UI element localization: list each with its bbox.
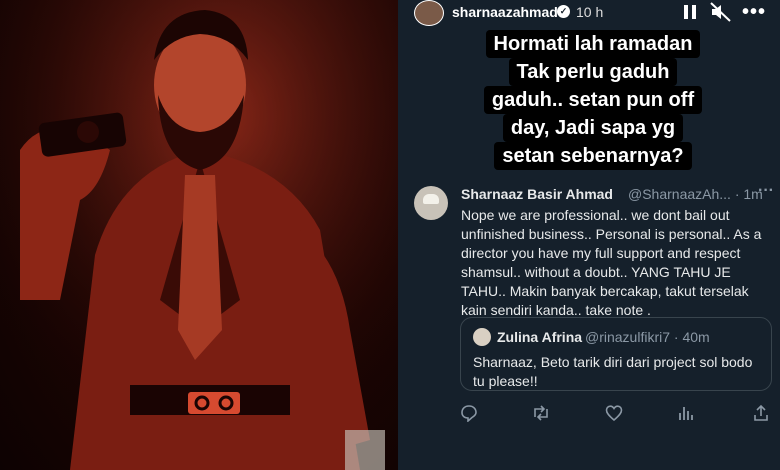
story-username[interactable]: sharnaazahmad bbox=[452, 4, 558, 20]
quoted-author-avatar bbox=[473, 328, 491, 346]
caption-line: day, Jadi sapa yg bbox=[502, 114, 684, 142]
tweet-text-line: shamsul.. without a doubt.. YANG TAHU JE bbox=[461, 264, 731, 280]
story-photo bbox=[0, 0, 398, 470]
quoted-text-line: tu please!! bbox=[473, 373, 538, 389]
avatar[interactable] bbox=[414, 0, 444, 26]
caption-line: Hormati lah ramadan bbox=[485, 30, 701, 58]
tweet-text: Nope we are professional.. we dont bail … bbox=[461, 206, 773, 320]
story-header: sharnaazahmad ✓ 10 h ••• bbox=[398, 0, 780, 26]
like-icon bbox=[603, 404, 625, 426]
story-caption: Hormati lah ramadan Tak perlu gaduh gadu… bbox=[478, 30, 708, 170]
quoted-text-line: Sharnaaz, Beto tarik diri dari project s… bbox=[473, 354, 753, 370]
tweet-card: Sharnaaz Basir Ahmad @SharnaazAh... · 1m… bbox=[398, 180, 780, 470]
tweet-text-line: unfinished business.. Personal is person… bbox=[461, 226, 762, 242]
quoted-author-handle: @rinazulfikri7 · 40m bbox=[585, 329, 710, 345]
tweet-more-icon: ··· bbox=[758, 182, 774, 199]
pause-icon[interactable] bbox=[681, 2, 699, 22]
mute-icon[interactable] bbox=[708, 2, 734, 22]
verified-badge-icon: ✓ bbox=[557, 5, 570, 18]
quoted-author-name: Zulina Afrina bbox=[497, 329, 583, 345]
tweet-text-line: TAHU.. Makin banyak bercakap, takut ters… bbox=[461, 283, 749, 299]
portrait-illustration bbox=[0, 0, 398, 470]
quoted-tweet: Zulina Afrina @rinazulfikri7 · 40m Sharn… bbox=[460, 317, 772, 391]
caption-line: setan sebenarnya? bbox=[494, 142, 692, 170]
caption-line: Tak perlu gaduh bbox=[508, 58, 678, 86]
story-timestamp: 10 h bbox=[576, 4, 604, 20]
tweet-author-name: Sharnaaz Basir Ahmad bbox=[461, 186, 613, 202]
analytics-icon bbox=[675, 404, 697, 426]
tweet-author-avatar bbox=[414, 186, 448, 220]
more-options-icon[interactable]: ••• bbox=[740, 2, 768, 22]
tweet-author-handle: @SharnaazAh... · 1m bbox=[628, 186, 763, 202]
quoted-tweet-text: Sharnaaz, Beto tarik diri dari project s… bbox=[473, 353, 765, 391]
tweet-action-bar bbox=[398, 404, 780, 428]
retweet-icon bbox=[530, 404, 552, 426]
tweet-text-line: director you have my full support and re… bbox=[461, 245, 741, 261]
share-icon bbox=[750, 404, 772, 426]
caption-line: gaduh.. setan pun off bbox=[483, 86, 703, 114]
reply-icon bbox=[458, 404, 480, 426]
tweet-text-line: Nope we are professional.. we dont bail … bbox=[461, 207, 730, 223]
story-panel: sharnaazahmad ✓ 10 h ••• Hormati lah ram… bbox=[398, 0, 780, 470]
